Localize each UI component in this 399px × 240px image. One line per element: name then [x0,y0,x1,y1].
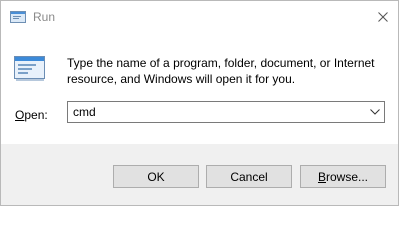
dropdown-button[interactable] [366,102,384,122]
run-dialog: Run Type the name of a program, folder, … [0,0,399,206]
window-title: Run [33,10,56,24]
run-icon [10,10,26,24]
open-label: Open: [15,108,48,122]
browse-accelerator: B [317,169,326,184]
browse-button[interactable]: Browse... [300,165,386,188]
run-large-icon [13,53,47,83]
chevron-down-icon [370,109,380,115]
description-text: Type the name of a program, folder, docu… [67,56,375,86]
cancel-button[interactable]: Cancel [206,165,292,188]
close-icon [378,12,388,22]
browse-label: rowse... [326,169,369,184]
open-input[interactable]: cmd [73,105,96,119]
open-label-text: pen: [24,108,48,122]
ok-button[interactable]: OK [113,165,199,188]
close-button[interactable] [368,1,398,33]
open-label-accelerator: O [15,108,25,122]
open-combobox[interactable]: cmd [67,101,385,123]
title-bar[interactable]: Run [1,1,398,33]
